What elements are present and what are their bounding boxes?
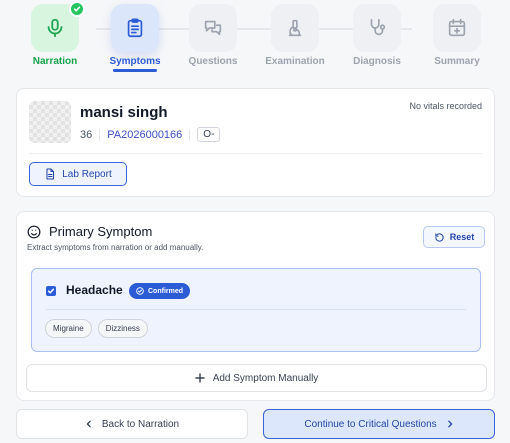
add-symptom-button[interactable]: Add Symptom Manually: [26, 364, 487, 392]
step-questions-label: Questions: [188, 56, 238, 67]
vitals-status: No vitals recorded: [409, 101, 482, 111]
step-summary[interactable]: Summary: [417, 4, 497, 67]
step-diagnosis[interactable]: Diagnosis: [337, 4, 417, 67]
continue-button[interactable]: Continue to Critical Questions: [263, 409, 495, 439]
patient-age: 36: [80, 128, 101, 141]
symptom-checkbox[interactable]: [46, 286, 56, 296]
card-divider: [29, 153, 482, 154]
plus-icon: [194, 373, 205, 383]
back-label: Back to Narration: [101, 418, 180, 430]
symptom-divider: [46, 309, 466, 310]
stethoscope-icon: [370, 18, 386, 36]
reset-label: Reset: [449, 232, 475, 242]
calendar-plus-icon: [448, 18, 466, 37]
lab-report-label: Lab Report: [62, 168, 112, 180]
lab-report-button[interactable]: Lab Report: [29, 162, 127, 186]
patient-card: mansi singh 36 PA2026000166 O- No vitals…: [16, 88, 495, 197]
check-circle-icon: [136, 287, 144, 295]
patient-name: mansi singh: [80, 104, 168, 121]
step-symptoms-circle: [111, 4, 159, 52]
step-summary-circle: [433, 4, 481, 52]
patient-meta: 36 PA2026000166 O-: [80, 127, 221, 142]
step-examination-circle: [271, 4, 319, 52]
blood-group-badge: O-: [197, 127, 221, 142]
clipboard-icon: [127, 18, 143, 38]
check-icon: [47, 288, 55, 294]
chevron-left-icon: [86, 420, 91, 428]
step-narration-circle: [31, 1, 85, 52]
status-badge: Confirmed: [129, 283, 190, 299]
active-step-indicator: [113, 69, 157, 72]
step-examination-label: Examination: [265, 56, 325, 67]
progress-stepper: Narration Symptoms Questions Examination…: [0, 0, 510, 76]
chat-bubbles-icon: [204, 20, 222, 36]
back-button[interactable]: Back to Narration: [16, 409, 248, 439]
reset-button[interactable]: Reset: [423, 226, 485, 248]
microscope-icon: [288, 19, 302, 37]
completed-check-icon: [69, 1, 85, 17]
step-questions-circle: [189, 4, 237, 52]
document-icon: [46, 168, 55, 180]
continue-label: Continue to Critical Questions: [304, 418, 437, 430]
section-subtitle: Extract symptoms from narration or add m…: [27, 243, 204, 252]
avatar: [29, 101, 71, 143]
reset-icon: [435, 232, 444, 242]
step-summary-label: Summary: [434, 56, 480, 67]
smile-icon: [27, 225, 41, 239]
microphone-icon: [47, 18, 63, 38]
step-examination[interactable]: Examination: [255, 4, 335, 67]
add-symptom-label: Add Symptom Manually: [212, 372, 319, 384]
primary-symptom-card: Primary Symptom Extract symptoms from na…: [16, 211, 495, 401]
tag-migraine[interactable]: Migraine: [45, 319, 92, 338]
symptom-name: Headache: [66, 283, 123, 297]
symptom-item: Headache Confirmed Migraine Dizziness: [31, 268, 481, 352]
chevron-right-icon: [447, 420, 452, 428]
step-narration[interactable]: Narration: [15, 1, 95, 67]
related-symptom-tags: Migraine Dizziness: [45, 319, 148, 338]
step-diagnosis-label: Diagnosis: [353, 56, 401, 67]
tag-dizziness[interactable]: Dizziness: [97, 319, 148, 338]
step-questions[interactable]: Questions: [173, 4, 253, 67]
step-diagnosis-circle: [353, 4, 401, 52]
section-title: Primary Symptom: [49, 224, 153, 239]
step-symptoms-label: Symptoms: [109, 56, 161, 67]
status-badge-label: Confirmed: [148, 287, 183, 295]
patient-id: PA2026000166: [100, 128, 191, 141]
step-narration-label: Narration: [32, 56, 78, 67]
step-symptoms[interactable]: Symptoms: [95, 4, 175, 72]
